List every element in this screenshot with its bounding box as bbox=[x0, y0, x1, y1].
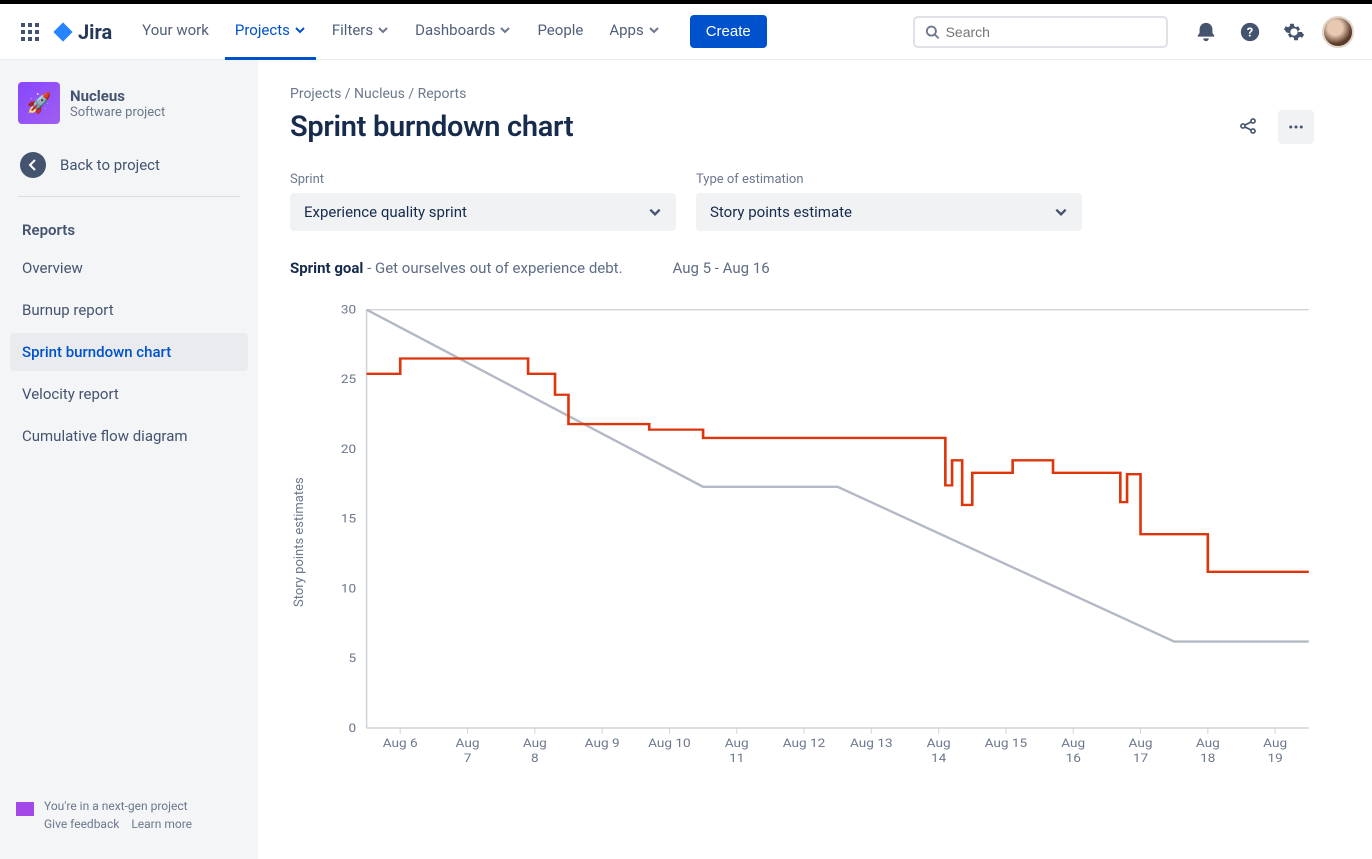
svg-text:5: 5 bbox=[348, 652, 356, 666]
gem-icon bbox=[16, 802, 34, 816]
sidebar-item-burnup[interactable]: Burnup report bbox=[10, 291, 248, 329]
nav-your-work[interactable]: Your work bbox=[132, 4, 219, 60]
sprint-select-label: Sprint bbox=[290, 172, 676, 187]
search-box[interactable] bbox=[913, 16, 1168, 48]
svg-text:Aug 12: Aug 12 bbox=[783, 736, 826, 750]
jira-logo[interactable]: Jira bbox=[52, 20, 112, 44]
svg-text:Aug: Aug bbox=[927, 736, 951, 750]
chevron-down-icon bbox=[648, 205, 662, 219]
chevron-down-icon bbox=[377, 24, 389, 36]
burndown-chart: Story points estimates 0 5 10 15 20 25 30 Aug 6… bbox=[290, 305, 1314, 779]
svg-text:Aug 6: Aug 6 bbox=[383, 736, 418, 750]
nav-people[interactable]: People bbox=[527, 4, 593, 60]
create-button[interactable]: Create bbox=[690, 15, 767, 48]
project-type: Software project bbox=[70, 105, 165, 120]
nav-apps[interactable]: Apps bbox=[599, 4, 669, 60]
chevron-down-icon bbox=[294, 24, 306, 36]
search-input[interactable] bbox=[946, 24, 1156, 40]
search-icon bbox=[925, 24, 940, 40]
give-feedback-link[interactable]: Give feedback bbox=[44, 817, 119, 831]
nav-dashboards[interactable]: Dashboards bbox=[405, 4, 521, 60]
page-title: Sprint burndown chart bbox=[290, 110, 573, 144]
svg-text:30: 30 bbox=[341, 305, 356, 317]
chevron-down-icon bbox=[499, 24, 511, 36]
svg-text:19: 19 bbox=[1267, 751, 1282, 765]
back-arrow-icon bbox=[20, 152, 46, 178]
svg-text:0: 0 bbox=[348, 721, 356, 735]
svg-text:15: 15 bbox=[341, 512, 356, 526]
svg-text:11: 11 bbox=[729, 751, 744, 765]
svg-text:25: 25 bbox=[341, 373, 356, 387]
help-icon[interactable]: ? bbox=[1234, 16, 1266, 48]
project-name: Nucleus bbox=[70, 87, 165, 105]
svg-text:18: 18 bbox=[1200, 751, 1215, 765]
svg-text:7: 7 bbox=[464, 751, 472, 765]
nav-projects[interactable]: Projects bbox=[225, 4, 316, 60]
sidebar: 🚀 Nucleus Software project Back to proje… bbox=[0, 60, 258, 859]
estimation-select[interactable]: Story points estimate bbox=[696, 193, 1082, 231]
svg-text:Aug: Aug bbox=[1129, 736, 1153, 750]
svg-text:?: ? bbox=[1247, 25, 1253, 40]
sidebar-item-velocity[interactable]: Velocity report bbox=[10, 375, 248, 413]
svg-text:20: 20 bbox=[341, 443, 356, 457]
notifications-icon[interactable] bbox=[1190, 16, 1222, 48]
more-actions-icon[interactable] bbox=[1278, 110, 1314, 144]
back-to-project[interactable]: Back to project bbox=[10, 142, 248, 196]
svg-text:Aug 13: Aug 13 bbox=[850, 736, 893, 750]
svg-text:8: 8 bbox=[531, 751, 539, 765]
y-axis-label: Story points estimates bbox=[290, 305, 309, 779]
footer-note: You're in a next-gen project bbox=[44, 799, 192, 813]
app-switcher-icon[interactable] bbox=[18, 20, 42, 44]
settings-icon[interactable] bbox=[1278, 16, 1310, 48]
top-nav: Jira Your work Projects Filters Dashboar… bbox=[0, 4, 1372, 60]
share-icon[interactable] bbox=[1232, 110, 1264, 142]
learn-more-link[interactable]: Learn more bbox=[131, 817, 192, 831]
user-avatar[interactable] bbox=[1322, 16, 1354, 48]
chevron-down-icon bbox=[1054, 205, 1068, 219]
sprint-select[interactable]: Experience quality sprint bbox=[290, 193, 676, 231]
svg-text:14: 14 bbox=[931, 751, 946, 765]
nav-filters[interactable]: Filters bbox=[322, 4, 399, 60]
svg-text:Aug: Aug bbox=[1263, 736, 1287, 750]
svg-text:17: 17 bbox=[1133, 751, 1148, 765]
estimation-select-label: Type of estimation bbox=[696, 172, 1082, 187]
sprint-goal: Sprint goal - Get ourselves out of exper… bbox=[290, 259, 623, 277]
svg-text:Aug: Aug bbox=[523, 736, 547, 750]
breadcrumb[interactable]: Projects / Nucleus / Reports bbox=[290, 86, 1314, 102]
svg-text:Aug: Aug bbox=[725, 736, 749, 750]
sidebar-footer: You're in a next-gen project Give feedba… bbox=[10, 799, 248, 837]
svg-text:Aug 15: Aug 15 bbox=[985, 736, 1028, 750]
chevron-down-icon bbox=[648, 24, 660, 36]
content: Projects / Nucleus / Reports Sprint burn… bbox=[258, 60, 1372, 859]
project-icon: 🚀 bbox=[18, 82, 60, 124]
sidebar-item-burndown[interactable]: Sprint burndown chart bbox=[10, 333, 248, 371]
brand-label: Jira bbox=[78, 20, 112, 44]
svg-text:10: 10 bbox=[341, 582, 356, 596]
project-header[interactable]: 🚀 Nucleus Software project bbox=[10, 82, 248, 142]
svg-text:Aug 9: Aug 9 bbox=[585, 736, 620, 750]
svg-text:Aug: Aug bbox=[1061, 736, 1085, 750]
svg-text:16: 16 bbox=[1066, 751, 1081, 765]
sidebar-section-title: Reports bbox=[10, 213, 248, 247]
svg-text:Aug: Aug bbox=[1196, 736, 1220, 750]
sprint-dates: Aug 5 - Aug 16 bbox=[673, 259, 770, 277]
sidebar-item-cfd[interactable]: Cumulative flow diagram bbox=[10, 417, 248, 455]
svg-text:Aug: Aug bbox=[456, 736, 480, 750]
sidebar-item-overview[interactable]: Overview bbox=[10, 249, 248, 287]
svg-text:Aug 10: Aug 10 bbox=[648, 736, 691, 750]
